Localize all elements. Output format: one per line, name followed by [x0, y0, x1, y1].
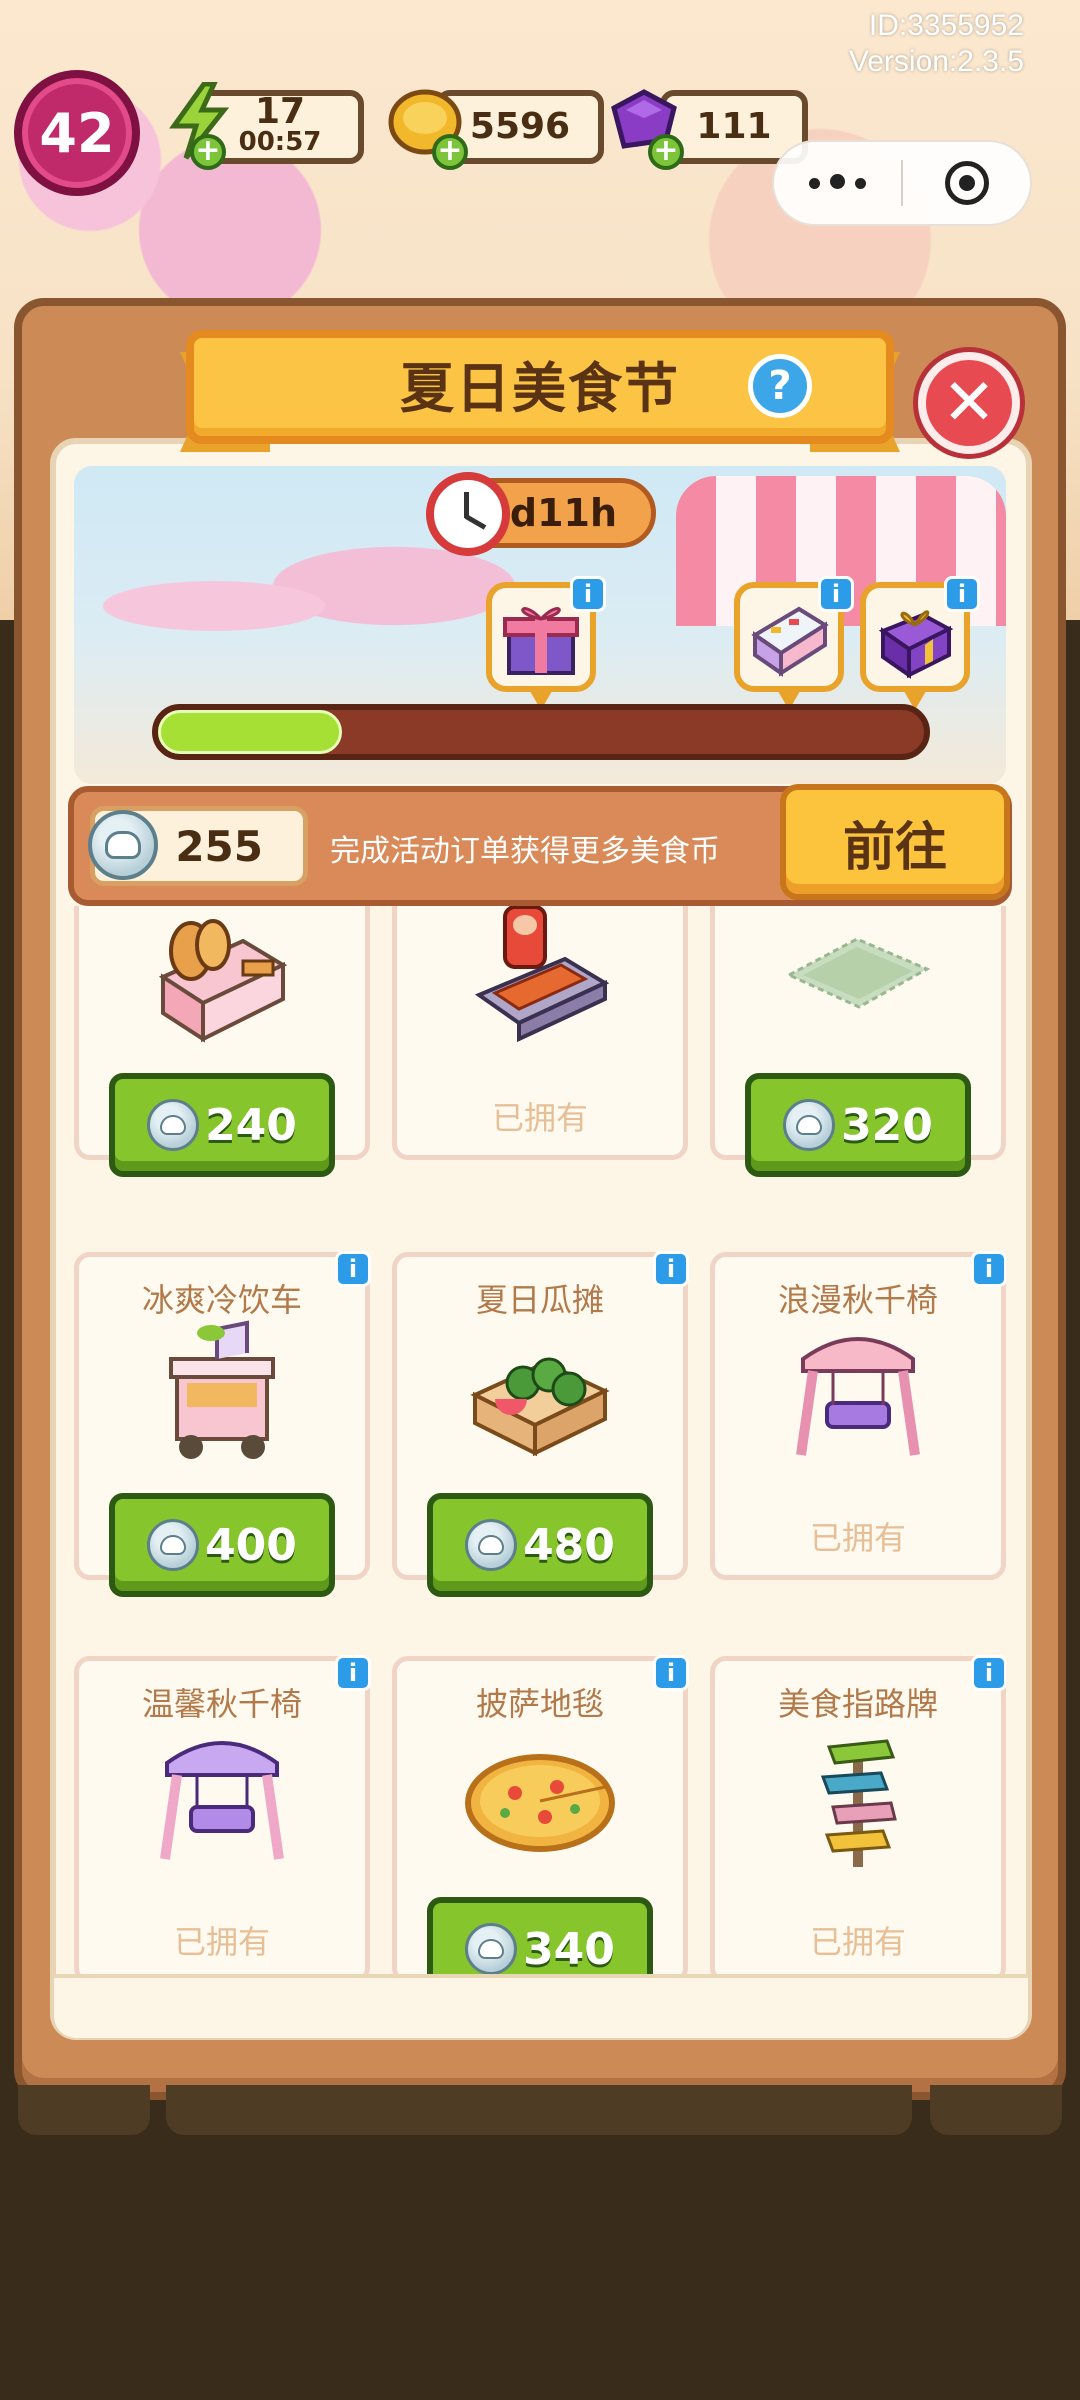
goto-label: 前往: [842, 817, 947, 878]
help-button[interactable]: ?: [748, 354, 812, 418]
close-button[interactable]: ✕: [918, 352, 1020, 454]
melon-stand-icon: [455, 1319, 625, 1469]
drink-cart-icon: [137, 1319, 307, 1469]
shop-item-grid: 240 已拥有 320 冰爽冷饮车 400 i 夏日瓜摊 480 i 浪漫秋千椅…: [74, 906, 1006, 1974]
reward-1-info-icon[interactable]: i: [570, 576, 606, 612]
info-letter: i: [831, 580, 841, 608]
buy-button[interactable]: 240: [109, 1073, 335, 1177]
item-info-icon[interactable]: i: [335, 1655, 371, 1691]
item-info-icon[interactable]: i: [335, 1251, 371, 1287]
shop-item-7[interactable]: 温馨秋千椅 已拥有 i: [74, 1655, 371, 1974]
buy-button[interactable]: 340: [427, 1897, 653, 1974]
item-name: 冰爽冷饮车: [141, 1281, 302, 1319]
info-letter: i: [348, 1255, 358, 1283]
player-level-badge[interactable]: 42: [14, 70, 140, 196]
player-level: 42: [39, 101, 115, 165]
miniprogram-capsule: [772, 140, 1032, 226]
food-coin-hint: 完成活动订单获得更多美食币: [330, 834, 720, 869]
player-id: ID:3355952: [868, 9, 1024, 42]
food-coin-icon: [465, 1923, 518, 1974]
food-coin-icon: [465, 1519, 518, 1571]
sausage-grill-icon: [455, 906, 625, 1049]
info-letter: i: [957, 580, 967, 608]
close-icon: ✕: [942, 366, 996, 440]
buy-button[interactable]: 320: [745, 1073, 971, 1177]
floor-ledge: [166, 2085, 912, 2135]
info-letter: i: [666, 1255, 676, 1283]
item-name: 披萨地毯: [475, 1685, 604, 1723]
more-button[interactable]: [774, 142, 901, 224]
build-info: ID:3355952 Version:2.3.5: [849, 8, 1024, 80]
food-coin-icon: [147, 1099, 200, 1151]
gold-value: 5596: [469, 106, 571, 147]
owned-label: 已拥有: [809, 1519, 906, 1557]
goto-button[interactable]: 前往: [780, 784, 1010, 900]
owned-label: 已拥有: [809, 1923, 906, 1961]
add-gem-icon[interactable]: +: [648, 134, 684, 170]
shop-item-3[interactable]: 320: [710, 906, 1006, 1177]
more-dots-icon: [804, 173, 871, 193]
shop-item-1[interactable]: 240: [74, 906, 370, 1177]
event-progress-fill: [158, 710, 342, 754]
item-name: 美食指路牌: [777, 1685, 938, 1723]
item-info-icon[interactable]: i: [653, 1655, 689, 1691]
panel-footer: [54, 1974, 1028, 2038]
item-info-icon[interactable]: i: [653, 1251, 689, 1287]
target-circle-icon: [944, 161, 989, 205]
floor-ledge: [18, 2085, 150, 2135]
food-coin-icon: [88, 810, 158, 880]
food-coin-icon: [147, 1519, 200, 1571]
item-info-icon[interactable]: i: [971, 1251, 1006, 1287]
exit-button[interactable]: [903, 142, 1030, 224]
shop-item-5[interactable]: 夏日瓜摊 480 i: [392, 1251, 689, 1597]
buy-button[interactable]: 480: [427, 1493, 653, 1597]
shop-item-6[interactable]: 浪漫秋千椅 已拥有 i: [710, 1251, 1006, 1580]
gem-value: 111: [696, 106, 772, 147]
food-coin-amount: 255: [175, 821, 263, 871]
question-icon: ?: [768, 363, 792, 409]
bread-stall-icon: [137, 906, 307, 1049]
shop-item-8[interactable]: 披萨地毯 340 i: [392, 1655, 689, 1974]
shop-item-4[interactable]: 冰爽冷饮车 400 i: [74, 1251, 371, 1597]
item-price: 400: [205, 1519, 297, 1571]
energy-value: 17: [254, 91, 306, 132]
item-price: 320: [841, 1099, 933, 1151]
buy-button[interactable]: 400: [109, 1493, 335, 1597]
green-rug-icon: [773, 906, 943, 1049]
info-letter: i: [348, 1659, 358, 1687]
item-name: 浪漫秋千椅: [777, 1281, 938, 1319]
food-signpost-icon: [773, 1723, 943, 1873]
info-letter: i: [583, 580, 593, 608]
item-name: 夏日瓜摊: [475, 1281, 604, 1319]
add-energy-icon[interactable]: +: [190, 134, 226, 170]
pink-swing-icon: [773, 1319, 943, 1469]
purple-swing-icon: [137, 1723, 307, 1873]
shop-item-9[interactable]: 美食指路牌 已拥有 i: [710, 1655, 1006, 1974]
item-price: 240: [205, 1099, 297, 1151]
owned-label: 已拥有: [491, 1099, 588, 1137]
floor-ledge: [930, 2085, 1062, 2135]
version-label: Version:2.3.5: [848, 45, 1024, 78]
food-coin-icon: [783, 1099, 836, 1151]
info-letter: i: [666, 1659, 676, 1687]
energy-timer: 00:57: [238, 127, 322, 157]
event-progress-bar: [152, 704, 930, 760]
shop-item-2[interactable]: 已拥有: [392, 906, 688, 1160]
info-letter: i: [984, 1659, 994, 1687]
clock-icon: [426, 472, 510, 556]
add-gold-icon[interactable]: +: [432, 134, 468, 170]
pizza-rug-icon: [455, 1723, 625, 1873]
reward-2-info-icon[interactable]: i: [818, 576, 854, 612]
item-price: 480: [523, 1519, 615, 1571]
item-price: 340: [523, 1923, 615, 1975]
reward-3-info-icon[interactable]: i: [944, 576, 980, 612]
info-letter: i: [984, 1255, 994, 1283]
owned-label: 已拥有: [173, 1923, 270, 1961]
item-name: 温馨秋千椅: [141, 1685, 302, 1723]
item-info-icon[interactable]: i: [971, 1655, 1006, 1691]
